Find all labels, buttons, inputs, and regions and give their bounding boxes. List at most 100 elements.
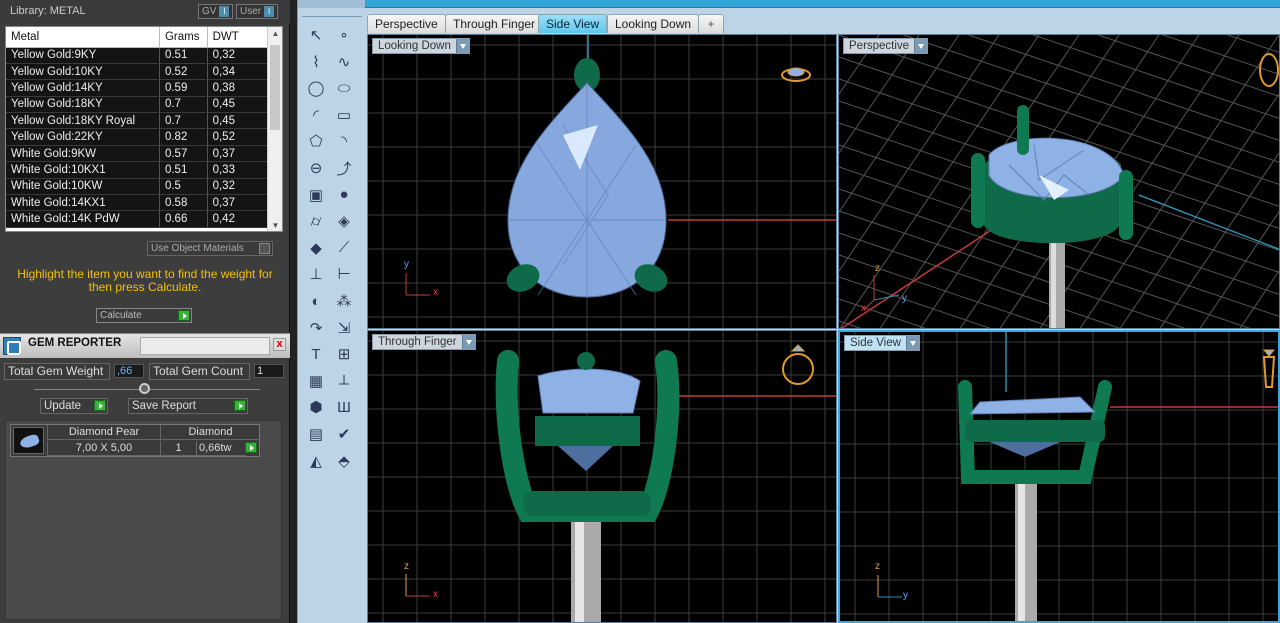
select-arrow-icon[interactable]: ↖ — [305, 24, 327, 46]
sphere-icon[interactable]: ● — [333, 184, 355, 206]
fillet-icon[interactable]: ◝ — [333, 130, 355, 152]
table-row[interactable]: Yellow Gold:22KY 0.82 0,52 — [6, 128, 270, 146]
tab-perspective[interactable]: Perspective — [367, 14, 446, 33]
viewport-side-view[interactable]: Side View z y — [838, 330, 1280, 623]
use-object-materials-toggle[interactable]: Use Object Materials — [147, 241, 273, 256]
dropdown-icon[interactable] — [455, 39, 469, 53]
text-icon[interactable]: T — [305, 343, 327, 365]
material-icon[interactable]: ⬘ — [333, 450, 355, 472]
table-row[interactable]: Yellow Gold:9KY 0.51 0,32 — [6, 47, 270, 64]
gem-icon[interactable]: ◆ — [305, 237, 327, 259]
axis-label-y: y — [404, 259, 409, 270]
tab-looking-down[interactable]: Looking Down — [607, 14, 700, 33]
ring-gizmo — [782, 344, 814, 385]
array-icon[interactable]: ⊞ — [333, 343, 355, 365]
app-window: Library: METAL GV I User I Metal Grams DWT Y… — [0, 0, 1280, 623]
viewport-label-through-finger[interactable]: Through Finger — [372, 334, 476, 350]
cutter-icon[interactable]: ⟋ — [333, 237, 355, 259]
total-gem-weight-field[interactable]: ,66 — [114, 364, 144, 378]
update-button[interactable]: Update — [40, 398, 108, 414]
measure-icon[interactable]: ⟂ — [333, 370, 355, 392]
checkbox-icon[interactable] — [259, 243, 270, 254]
table-row[interactable]: Yellow Gold:10KY 0.52 0,34 — [6, 63, 270, 81]
tab-side-view[interactable]: Side View — [538, 14, 608, 33]
play-icon[interactable] — [234, 400, 246, 411]
pear-gem-icon — [13, 427, 44, 454]
analyze-icon[interactable]: Ш — [333, 396, 355, 418]
solid-icon[interactable]: ⬢ — [305, 396, 327, 418]
join-icon[interactable]: ⊢ — [333, 263, 355, 285]
scale-icon[interactable]: ⇲ — [333, 317, 355, 339]
cylinder-icon[interactable]: ⌭ — [305, 210, 327, 232]
viewport-label-side-view[interactable]: Side View — [844, 335, 920, 351]
extend-icon[interactable]: ⤴ — [333, 157, 355, 179]
box-icon[interactable]: ▣ — [305, 184, 327, 206]
point-icon[interactable]: ∘ — [333, 24, 355, 46]
scroll-up-icon[interactable]: ▲ — [268, 27, 282, 41]
gem-reporter-titlebar — [140, 337, 270, 355]
viewport-label-perspective[interactable]: Perspective — [843, 38, 929, 54]
offset-icon[interactable]: ⊖ — [305, 157, 327, 179]
table-row[interactable]: Yellow Gold:14KY 0.59 0,38 — [6, 79, 270, 97]
table-cell: 0,32 — [207, 47, 270, 64]
grid-icon[interactable]: ▦ — [305, 370, 327, 392]
dropdown-icon[interactable] — [905, 336, 919, 350]
gv-toggle[interactable]: GV I — [198, 4, 234, 19]
table-cell: Yellow Gold:10KY — [6, 63, 160, 81]
column-header[interactable]: Grams — [159, 27, 208, 48]
total-gem-count-field[interactable]: 1 — [254, 364, 284, 378]
viewport-label-text: Perspective — [849, 40, 910, 52]
scroll-down-icon[interactable]: ▼ — [268, 219, 282, 231]
gem-pavilion — [990, 442, 1060, 457]
table-row[interactable]: Yellow Gold:18KY 0.7 0,45 — [6, 96, 270, 114]
base-ring — [523, 491, 651, 516]
viewport-label-looking-down[interactable]: Looking Down — [372, 38, 470, 54]
shank-highlight — [1051, 235, 1056, 328]
viewport-looking-down[interactable]: Looking Down y x — [367, 34, 837, 329]
table-row[interactable]: White Gold:10KX1 0.51 0,33 — [6, 161, 270, 179]
play-icon[interactable] — [178, 310, 190, 321]
explode-icon[interactable]: ⁂ — [333, 290, 355, 312]
scroll-thumb[interactable] — [270, 45, 280, 130]
user-toggle[interactable]: User I — [236, 4, 279, 19]
play-icon[interactable] — [94, 400, 106, 411]
tab-through-finger[interactable]: Through Finger — [445, 14, 544, 33]
render-icon[interactable]: ◭ — [305, 450, 327, 472]
gem-list: Diamond Pear Diamond 7,00 X 5,00 1 0,66t… — [5, 420, 282, 620]
viewport-perspective[interactable]: Perspective z y x — [838, 34, 1280, 329]
column-header[interactable]: Metal — [6, 27, 160, 48]
boolean-icon[interactable]: ◐ — [305, 290, 327, 312]
play-icon[interactable] — [245, 442, 257, 453]
check-icon[interactable]: ✔ — [333, 423, 355, 445]
polyline-icon[interactable]: ⌇ — [305, 51, 327, 73]
add-tab-button[interactable]: + — [698, 14, 724, 33]
move-icon[interactable]: ↷ — [305, 317, 327, 339]
trim-icon[interactable]: ⊥ — [305, 263, 327, 285]
close-icon[interactable]: x — [273, 338, 286, 351]
table-row[interactable]: White Gold:9KW 0.57 0,37 — [6, 145, 270, 163]
gem-reporter-header: GEM REPORTER x — [0, 333, 290, 358]
metal-table-scrollbar[interactable]: ▲ ▼ — [267, 27, 282, 231]
slider-handle[interactable] — [139, 383, 150, 394]
table-row[interactable]: Yellow Gold:18KY Royal 0.7 0,45 — [6, 112, 270, 130]
table-row[interactable]: White Gold:14KX1 0.58 0,37 — [6, 194, 270, 212]
gallery-rail — [535, 416, 640, 446]
ellipse-icon[interactable]: ⬭ — [333, 77, 355, 99]
layer-icon[interactable]: ▤ — [305, 423, 327, 445]
surface-icon[interactable]: ◈ — [333, 210, 355, 232]
dropdown-icon[interactable] — [461, 335, 475, 349]
rectangle-icon[interactable]: ▭ — [333, 104, 355, 126]
calculate-button[interactable]: Calculate — [96, 308, 192, 323]
dropdown-icon[interactable] — [914, 39, 928, 53]
save-report-button[interactable]: Save Report — [128, 398, 248, 414]
circle-icon[interactable]: ◯ — [305, 77, 327, 99]
table-cell: 0.66 — [159, 210, 208, 228]
polygon-icon[interactable]: ⬠ — [305, 130, 327, 152]
arc-icon[interactable]: ◜ — [305, 104, 327, 126]
column-header[interactable]: DWT — [207, 27, 270, 48]
gem-list-item[interactable]: Diamond Pear Diamond 7,00 X 5,00 1 0,66t… — [10, 424, 260, 457]
curve-icon[interactable]: ∿ — [333, 51, 355, 73]
table-row[interactable]: White Gold:14K PdW 0.66 0,42 — [6, 210, 270, 228]
table-row[interactable]: White Gold:10KW 0.5 0,32 — [6, 178, 270, 196]
viewport-through-finger[interactable]: Through Finger z x — [367, 330, 837, 623]
